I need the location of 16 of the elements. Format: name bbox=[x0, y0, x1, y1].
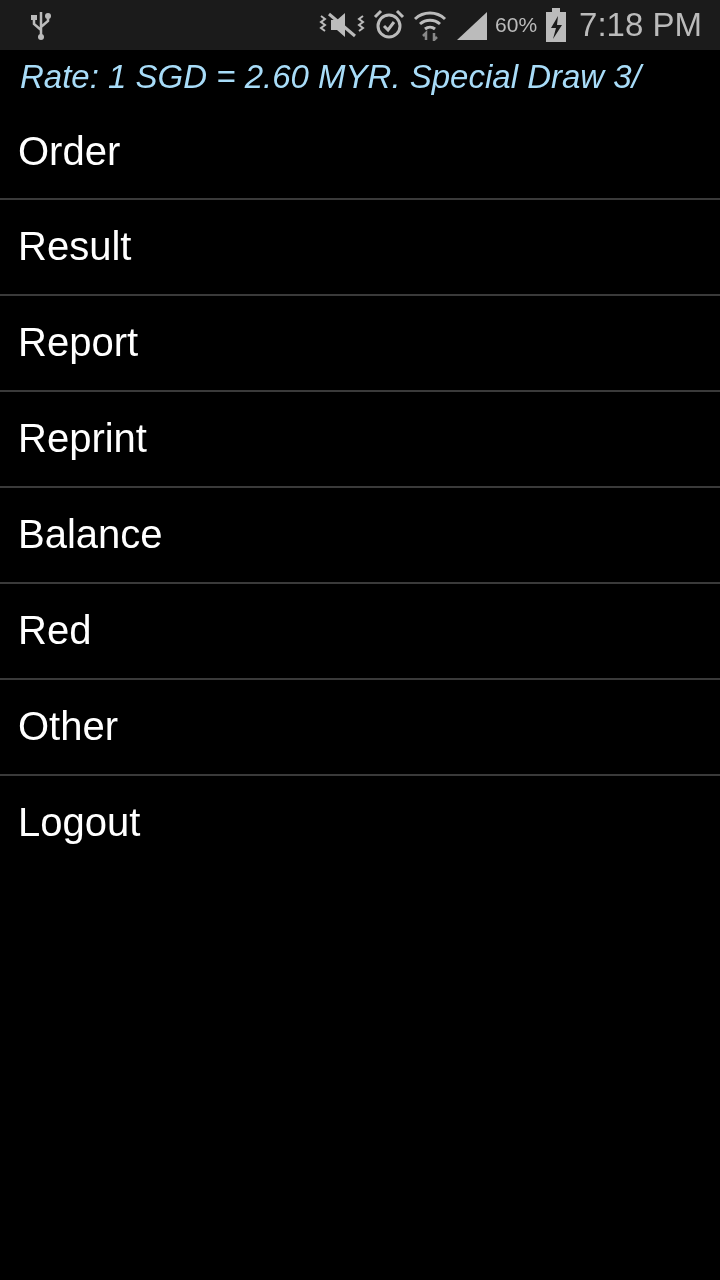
menu-item[interactable]: Report bbox=[0, 294, 720, 392]
mute-vibrate-icon bbox=[319, 10, 366, 40]
menu-item[interactable]: Order bbox=[0, 104, 720, 200]
menu-item[interactable]: Balance bbox=[0, 486, 720, 584]
clock-time: 7:18 PM bbox=[579, 6, 702, 44]
battery-charging-icon bbox=[545, 8, 568, 42]
wifi-icon bbox=[413, 9, 448, 41]
menu-item[interactable]: Other bbox=[0, 678, 720, 776]
signal-icon bbox=[455, 10, 488, 40]
menu-item[interactable]: Result bbox=[0, 198, 720, 296]
battery-percent: 60% bbox=[495, 13, 538, 37]
menu-item[interactable]: Logout bbox=[0, 774, 720, 870]
menu-item[interactable]: Reprint bbox=[0, 390, 720, 488]
menu-item[interactable]: Red bbox=[0, 582, 720, 680]
usb-icon bbox=[30, 10, 52, 40]
alarm-icon bbox=[373, 9, 406, 41]
